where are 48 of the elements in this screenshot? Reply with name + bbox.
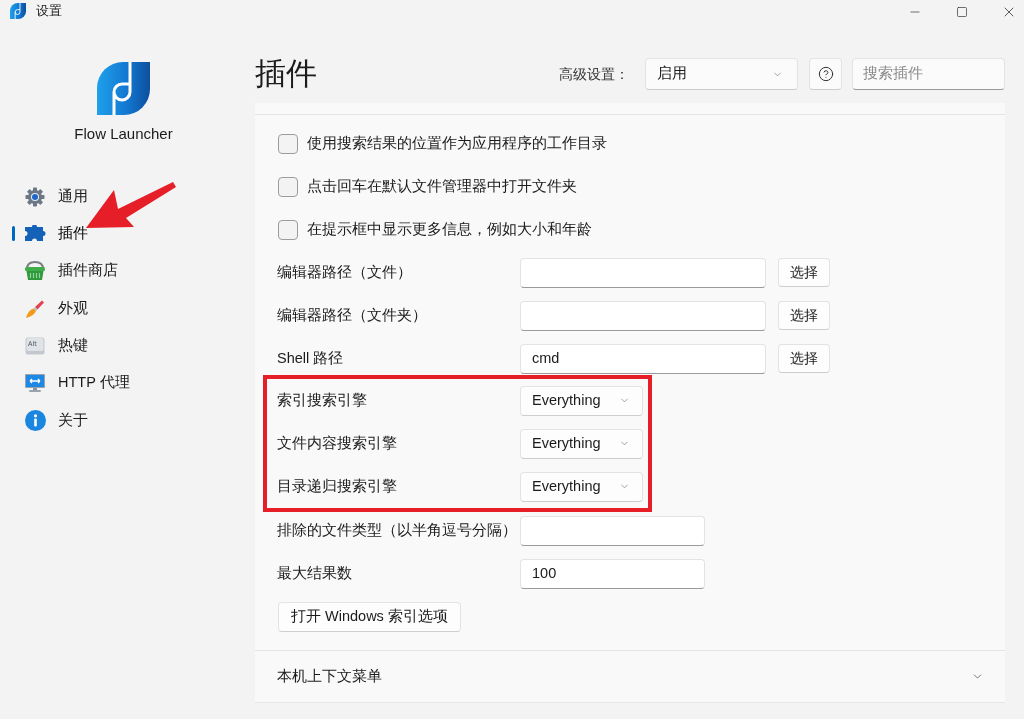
checkbox-label: 使用搜索结果的位置作为应用程序的工作目录 — [307, 133, 607, 153]
gear-icon — [25, 186, 45, 207]
path-field[interactable] — [520, 257, 766, 288]
engine-dropdown[interactable]: Everything — [520, 471, 643, 502]
setting-label: 排除的文件类型（以半角逗号分隔） — [277, 520, 518, 540]
choose-button[interactable]: 选择 — [778, 301, 830, 330]
paintbrush-icon — [25, 298, 45, 319]
basket-icon — [24, 261, 46, 282]
nav-item[interactable]: 插件 — [0, 215, 250, 253]
text-field[interactable] — [520, 515, 705, 546]
nav-item[interactable]: 关于 — [0, 401, 250, 440]
checkbox-label: 点击回车在默认文件管理器中打开文件夹 — [307, 176, 577, 196]
checkbox[interactable] — [278, 133, 298, 154]
app-name: Flow Launcher — [74, 124, 173, 144]
puzzle-piece-icon — [24, 225, 46, 243]
window-title: 设置 — [36, 1, 62, 20]
checkbox[interactable] — [278, 219, 298, 240]
advanced-settings-label: 高级设置： — [559, 64, 629, 84]
checkbox-label: 在提示框中显示更多信息，例如大小和年龄 — [307, 219, 592, 239]
context-menu-expander[interactable]: 本机上下文菜单 — [255, 651, 1005, 703]
help-button[interactable] — [809, 58, 842, 90]
nav-item[interactable]: HTTP 代理 — [0, 364, 250, 402]
help-icon — [817, 66, 834, 82]
text-field[interactable]: 100 — [520, 558, 705, 589]
setting-label: 目录递归搜索引擎 — [277, 476, 398, 496]
setting-label: 索引搜索引擎 — [277, 390, 368, 410]
path-field[interactable] — [520, 300, 766, 331]
choose-button[interactable]: 选择 — [778, 344, 830, 373]
monitor-icon — [24, 373, 46, 394]
checkbox[interactable] — [278, 176, 298, 197]
search-field[interactable]: 搜索插件 — [852, 58, 1005, 90]
choose-button[interactable]: 选择 — [778, 258, 830, 287]
setting-label: Shell 路径 — [277, 348, 345, 368]
engine-dropdown[interactable]: Everything — [520, 385, 643, 416]
path-field[interactable]: cmd — [520, 343, 766, 374]
engine-dropdown[interactable]: Everything — [520, 428, 643, 459]
flow-logo-icon — [97, 62, 150, 115]
setting-label: 编辑器路径（文件夹） — [277, 305, 428, 325]
open-index-options-button[interactable]: 打开 Windows 索引选项 — [278, 601, 461, 632]
nav-item[interactable]: 插件商店 — [0, 252, 250, 290]
page-title: 插件 — [255, 55, 317, 93]
advanced-settings-dropdown[interactable]: 启用 — [645, 58, 798, 90]
setting-label: 编辑器路径（文件） — [277, 262, 413, 282]
setting-label: 最大结果数 — [277, 563, 353, 583]
nav-item[interactable]: 外观 — [0, 289, 250, 328]
info-icon — [24, 409, 46, 431]
maximize-icon — [956, 6, 968, 18]
setting-label: 文件内容搜索引擎 — [277, 433, 398, 453]
